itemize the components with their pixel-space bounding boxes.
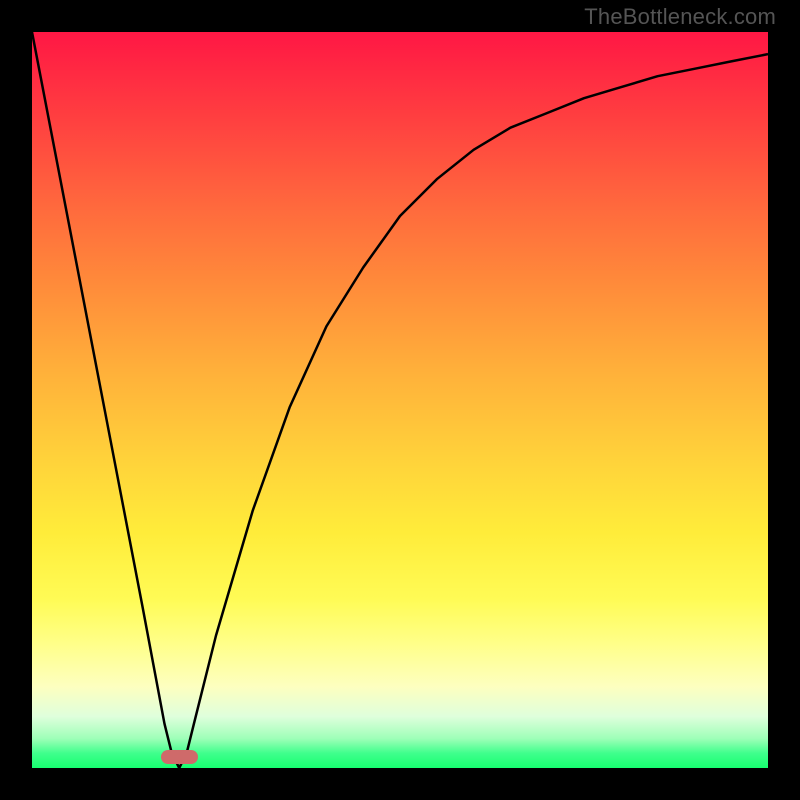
curve-svg <box>32 32 768 768</box>
optimum-marker <box>161 750 198 764</box>
curve-path <box>32 32 768 768</box>
watermark-text: TheBottleneck.com <box>584 4 776 30</box>
chart-frame: TheBottleneck.com <box>0 0 800 800</box>
plot-area <box>32 32 768 768</box>
